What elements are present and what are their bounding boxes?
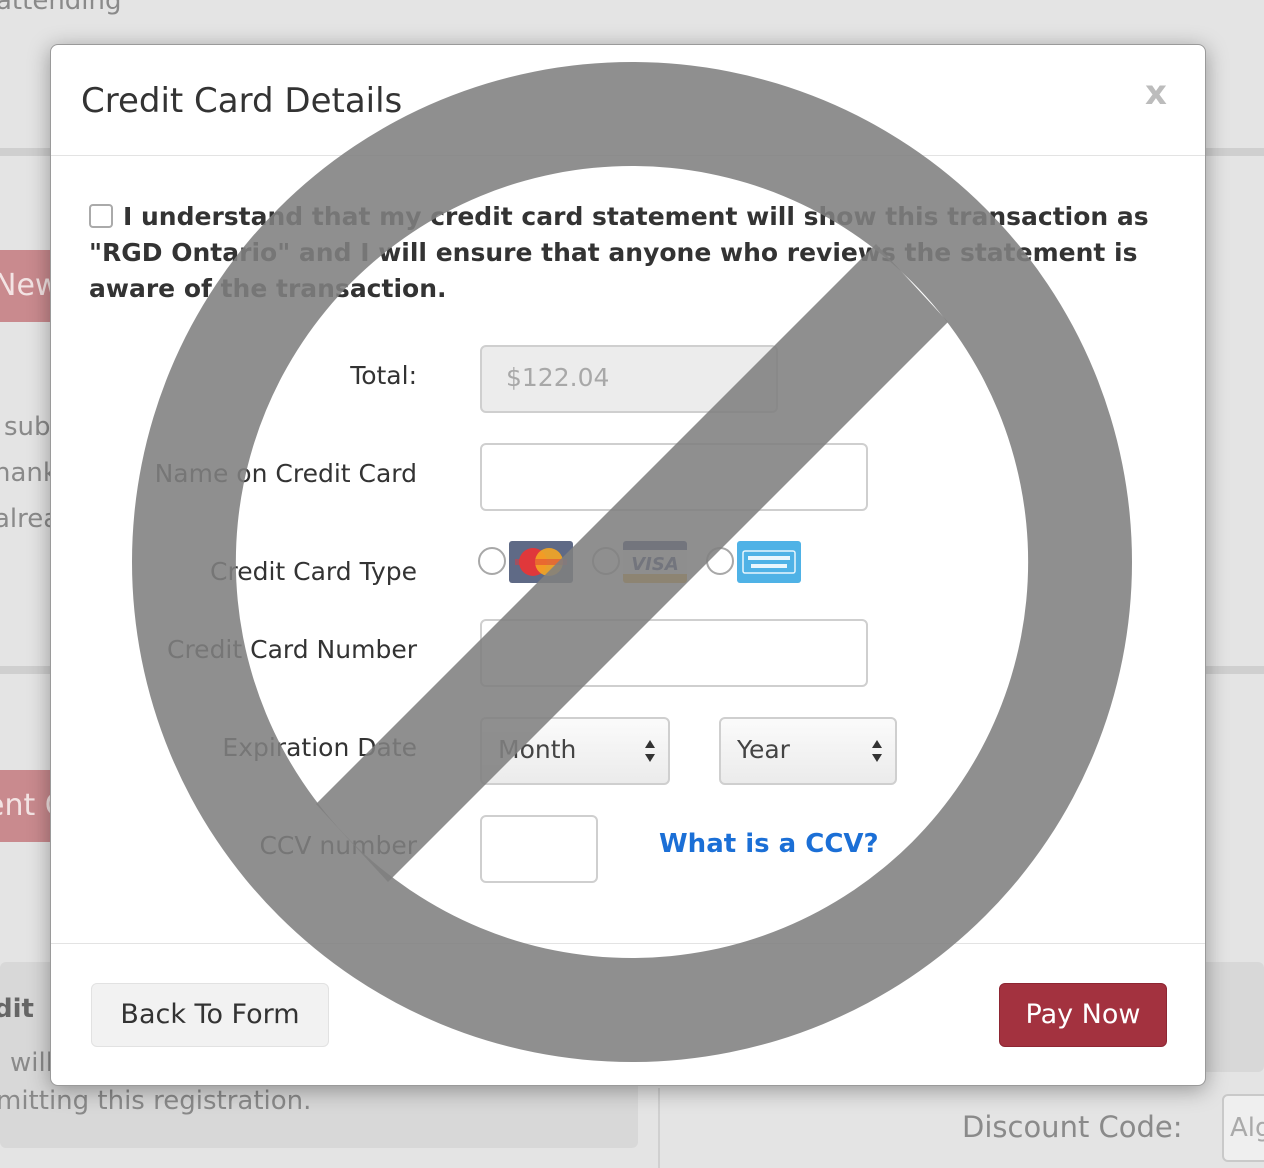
card-number-input[interactable] [480,619,868,687]
ccv-label: CCV number [259,831,417,860]
amex-radio[interactable] [706,547,734,575]
name-on-card-input[interactable] [480,443,868,511]
bg-submit-text: mitting this registration. [0,1086,312,1116]
credit-card-modal: Credit Card Details x I understand that … [50,44,1206,1086]
bg-new-button[interactable]: New [0,250,52,322]
discount-code-input[interactable]: Alg [1222,1094,1264,1162]
mastercard-logo-icon [509,541,573,583]
close-icon[interactable]: x [1145,73,1167,113]
bg-will-text: will [10,1048,53,1078]
bg-credit-heading: dit [0,994,34,1024]
select-arrows-icon [872,740,882,762]
year-selected-value: Year [737,735,790,764]
name-label: Name on Credit Card [154,459,417,488]
agreement-checkbox[interactable] [89,204,113,228]
select-arrows-icon [645,740,655,762]
agreement-row: I understand that my credit card stateme… [89,199,1169,307]
svg-text:VISA: VISA [631,554,679,575]
bg-right-panel [1200,962,1264,1072]
modal-title: Credit Card Details [81,81,403,121]
ccv-input[interactable] [480,815,598,883]
amex-logo-icon [737,541,801,583]
bg-event-button[interactable]: ent C [0,770,52,842]
what-is-ccv-link[interactable]: What is a CCV? [659,829,879,859]
bg-column-divider [658,1088,660,1168]
header-divider [51,155,1205,156]
expiry-label: Expiration Date [222,733,417,762]
footer-divider [51,943,1205,944]
card-number-label: Credit Card Number [167,635,417,664]
card-type-label: Credit Card Type [210,557,417,586]
discount-code-label: Discount Code: [962,1110,1183,1144]
bg-attending-text: attending [0,0,122,16]
total-field: $122.04 [480,345,778,413]
visa-logo-icon: VISA [623,541,687,583]
mastercard-radio[interactable] [478,547,506,575]
agreement-text: I understand that my credit card stateme… [89,202,1149,303]
total-label: Total: [350,361,417,390]
month-select[interactable]: Month [480,717,670,785]
back-to-form-button[interactable]: Back To Form [91,983,329,1047]
month-selected-value: Month [498,735,577,764]
pay-now-button[interactable]: Pay Now [999,983,1167,1047]
bg-line-1: sub [4,412,51,442]
visa-radio[interactable] [592,547,620,575]
year-select[interactable]: Year [719,717,897,785]
